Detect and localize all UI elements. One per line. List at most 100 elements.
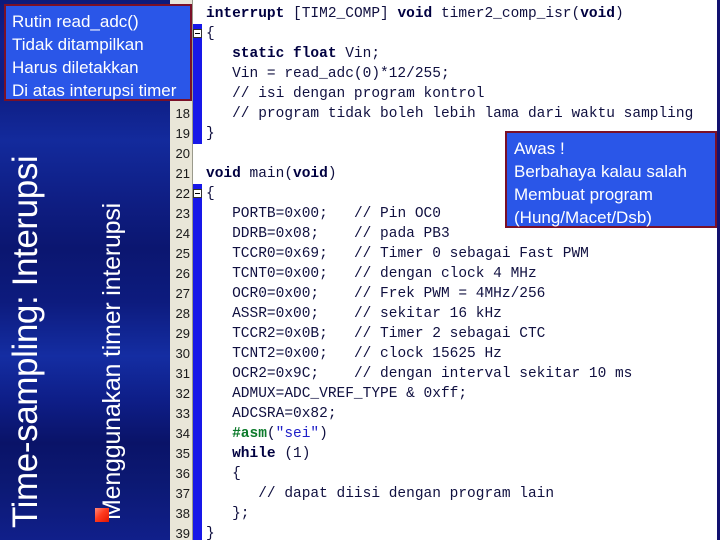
code-line: }; [206,504,720,524]
callout-danger-note: Awas ! Berbahaya kalau salah Membuat pro… [505,131,717,228]
code-line: interrupt [TIM2_COMP] void timer2_comp_i… [206,4,720,24]
code-token: DDRB=0x08; [206,226,354,242]
code-token: // Timer 0 sebagai Fast PWM [353,246,589,262]
callout-line: Membuat program [514,185,653,204]
code-token: } [206,526,215,540]
code-token: void [397,6,433,22]
callout-line: Di atas interupsi timer [12,81,177,100]
code-token: void [580,6,616,22]
callout-line: (Hung/Macet/Dsb) [514,208,652,227]
callout-line: Harus diletakkan [12,58,139,77]
code-line: TCNT0=0x00; // dengan clock 4 MHz [206,264,720,284]
code-token: // sekitar 16 kHz [353,306,502,322]
code-line: TCNT2=0x00; // clock 15625 Hz [206,344,720,364]
slide-title-main: Time-sampling: Interupsi [6,155,45,528]
code-token: { [206,186,215,202]
editor-indent-guide-bar [193,0,202,540]
code-token: void [206,166,241,182]
line-number: 23 [175,206,190,221]
code-token: "sei" [275,426,320,442]
code-token: ) [615,6,624,22]
code-token: // program tidak boleh lebih lama dari w… [206,106,694,122]
code-line: #asm("sei") [206,424,720,444]
line-number: 26 [175,266,190,281]
code-line: Vin = read_adc(0)*12/255; [206,64,720,84]
code-token: TCNT0=0x00; [206,266,354,282]
collapse-toggle-icon[interactable] [193,189,202,198]
code-line: OCR2=0x9C; // dengan interval sekitar 10… [206,364,720,384]
editor-code-text[interactable]: interrupt [TIM2_COMP] void timer2_comp_i… [206,4,720,540]
code-token: OCR0=0x00; [206,286,354,302]
code-token: interrupt [206,6,285,22]
line-number: 28 [175,306,190,321]
code-token: Vin; [336,46,381,62]
slide-title-sub: Menggunakan timer interupsi [98,203,126,520]
line-number: 32 [175,386,190,401]
slide-canvas: Time-sampling: Interupsi Menggunakan tim… [0,0,720,540]
line-number: 20 [175,146,190,161]
code-token: while [206,446,276,462]
code-line: TCCR0=0x69; // Timer 0 sebagai Fast PWM [206,244,720,264]
line-number: 29 [175,326,190,341]
code-line: ADMUX=ADC_VREF_TYPE & 0xff; [206,384,720,404]
line-number: 21 [175,166,190,181]
code-token: }; [206,506,250,522]
collapse-toggle-icon[interactable] [193,29,202,38]
line-number: 37 [175,486,190,501]
line-number: 36 [175,466,190,481]
line-number: 33 [175,406,190,421]
code-token: OCR2=0x9C; [206,366,354,382]
code-token: TCCR2=0x0B; [206,326,354,342]
code-token: #asm [206,426,267,442]
callout-line: Tidak ditampilkan [12,35,144,54]
code-line: ADCSRA=0x82; [206,404,720,424]
code-line: { [206,464,720,484]
code-editor[interactable]: 18 19 20 21 22 23 24 25 26 27 28 29 30 31 32 33 34 35 36 37… [170,0,720,540]
code-token: // dapat diisi dengan program lain [206,486,555,502]
code-token: ADMUX=ADC_VREF_TYPE & 0xff; [206,386,468,402]
code-token: // Pin OC0 [353,206,441,222]
code-token: ) [327,166,337,182]
line-number: 22 [175,186,190,201]
code-token: ( [266,426,276,442]
code-token: main( [240,166,294,182]
line-number: 30 [175,346,190,361]
code-token: ADCSRA=0x82; [206,406,337,422]
code-token: // clock 15625 Hz [353,346,502,362]
code-token: (1) [275,446,311,462]
code-token: ASSR=0x00; [206,306,354,322]
line-number: 35 [175,446,190,461]
line-number: 39 [175,526,190,540]
code-line: OCR0=0x00; // Frek PWM = 4MHz/256 [206,284,720,304]
line-number: 24 [175,226,190,241]
code-token: // pada PB3 [353,226,450,242]
code-token: TCNT2=0x00; [206,346,354,362]
code-line: { [206,24,720,44]
code-token: { [206,26,215,42]
line-number: 19 [175,126,190,141]
code-line: static float Vin; [206,44,720,64]
code-token: TCCR0=0x69; [206,246,354,262]
line-number: 27 [175,286,190,301]
code-token: ) [319,426,328,442]
callout-read-adc-note: Rutin read_adc() Tidak ditampilkan Harus… [4,4,192,101]
indent-guide [193,24,202,144]
code-line: TCCR2=0x0B; // Timer 2 sebagai CTC [206,324,720,344]
code-token: { [206,466,241,482]
code-token: PORTB=0x00; [206,206,354,222]
code-token: // isi dengan program kontrol [206,86,485,102]
code-line: // dapat diisi dengan program lain [206,484,720,504]
code-line: // program tidak boleh lebih lama dari w… [206,104,720,124]
code-token: } [206,126,215,142]
code-token: // dengan clock 4 MHz [353,266,537,282]
line-number: 38 [175,506,190,521]
callout-line: Awas ! [514,139,565,158]
code-token: Vin = read_adc(0)*12/255; [206,66,450,82]
code-token: static float [232,46,337,62]
line-number: 18 [175,106,190,121]
line-number: 34 [175,426,190,441]
indent-guide [193,184,202,540]
code-line: // isi dengan program kontrol [206,84,720,104]
code-token: timer2_comp_isr( [432,6,581,22]
